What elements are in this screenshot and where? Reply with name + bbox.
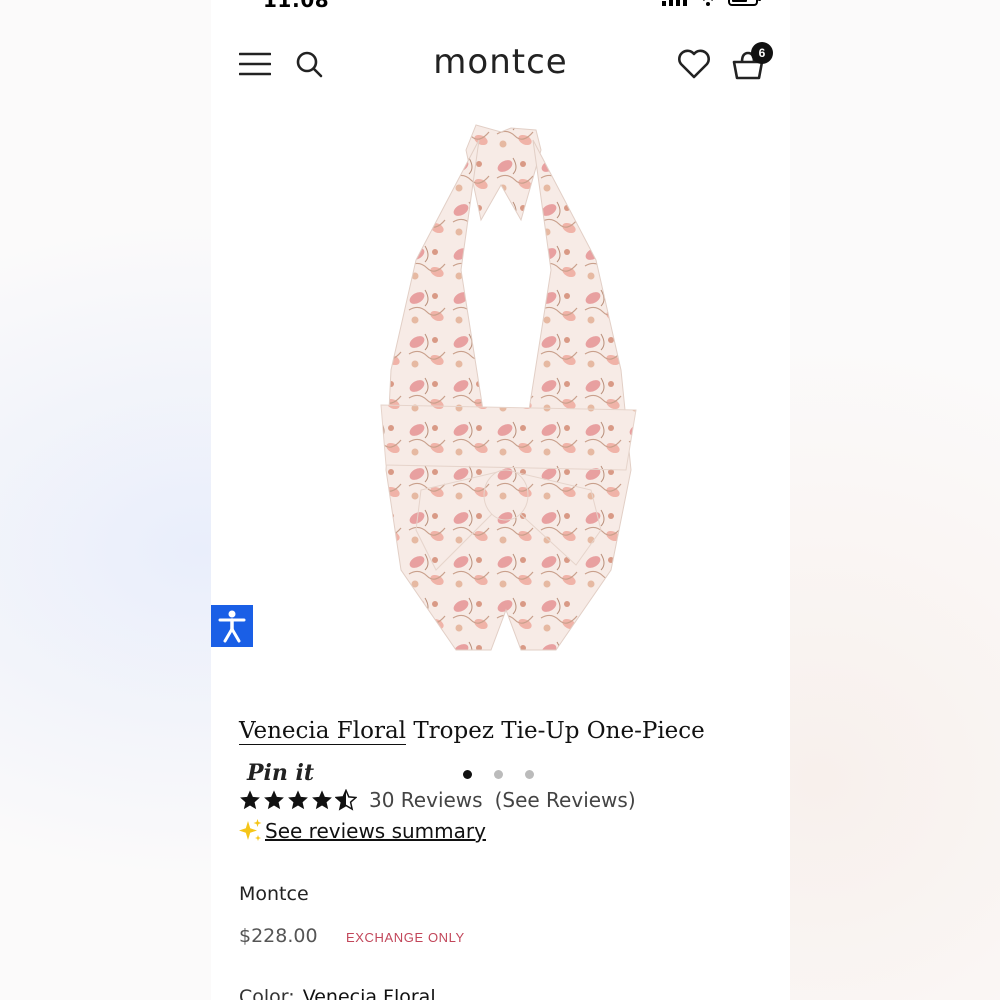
- product-gallery[interactable]: Pin it: [211, 110, 790, 786]
- reviews-count[interactable]: 30 Reviews: [369, 788, 483, 812]
- exchange-only-badge: EXCHANGE ONLY: [346, 930, 465, 945]
- rating-row: 30 Reviews (See Reviews): [239, 788, 636, 812]
- pin-it-button[interactable]: Pin it: [247, 760, 314, 786]
- accessibility-button[interactable]: [211, 605, 253, 647]
- see-reviews-link[interactable]: (See Reviews): [495, 788, 636, 812]
- gallery-dot-1[interactable]: [463, 770, 472, 779]
- status-time: 11:08: [263, 0, 330, 12]
- star-icon: [288, 790, 308, 810]
- reviews-summary-link[interactable]: See reviews summary: [265, 819, 486, 843]
- gallery-pagination: [463, 770, 534, 779]
- star-icon: [312, 790, 332, 810]
- product-title-link[interactable]: Venecia Floral: [239, 718, 407, 745]
- reviews-summary-row: See reviews summary: [237, 818, 486, 844]
- product-title: Venecia Floral Tropez Tie-Up One-Piece: [239, 718, 705, 745]
- product-image-swimsuit[interactable]: [361, 110, 651, 680]
- accessibility-icon: [218, 610, 246, 643]
- product-title-rest: Tropez Tie-Up One-Piece: [406, 718, 705, 744]
- sparkle-icon: [239, 819, 262, 841]
- product-screen: 11:08 montce 6 Pin it Venecia Floral Tro…: [211, 0, 790, 1000]
- star-icon: [264, 790, 284, 810]
- gallery-dot-3[interactable]: [525, 770, 534, 779]
- status-bar: 11:08: [211, 0, 790, 12]
- cart-count-badge: 6: [751, 42, 773, 64]
- star-rating[interactable]: [239, 789, 357, 811]
- product-price: $228.00: [239, 925, 318, 947]
- heart-icon[interactable]: [677, 48, 711, 80]
- signal-icon: [662, 0, 687, 6]
- wifi-icon: [703, 0, 713, 6]
- color-selector-row: Color: Venecia Floral: [239, 986, 436, 1000]
- star-half-icon: [335, 789, 357, 811]
- battery-icon: [728, 0, 761, 6]
- color-label: Color:: [239, 986, 295, 1000]
- gallery-dot-2[interactable]: [494, 770, 503, 779]
- star-icon: [240, 790, 260, 810]
- status-icons: [662, 0, 762, 6]
- product-vendor[interactable]: Montce: [239, 883, 309, 905]
- site-header: montce 6: [211, 40, 790, 90]
- color-value: Venecia Floral: [302, 986, 436, 1000]
